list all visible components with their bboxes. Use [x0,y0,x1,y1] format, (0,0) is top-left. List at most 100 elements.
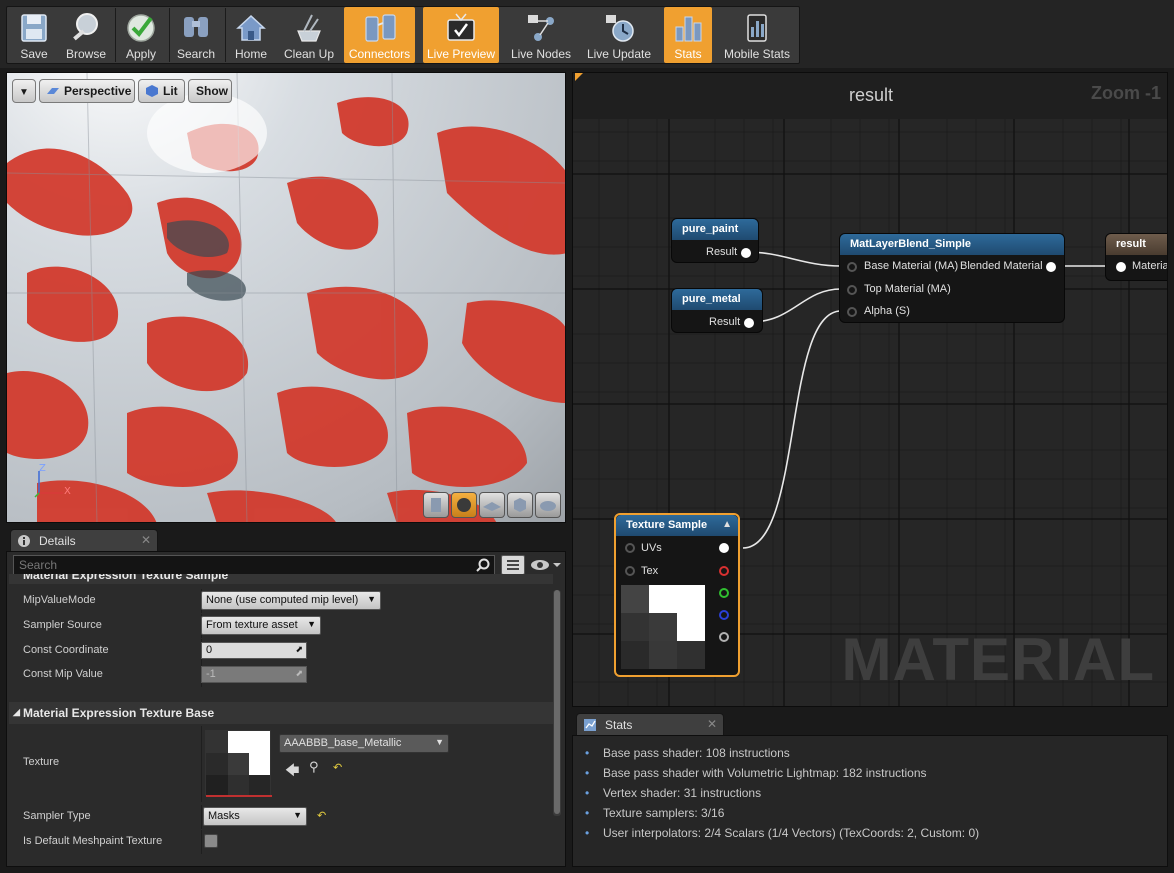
blend-alpha-pin[interactable] [847,307,857,317]
node-result[interactable]: result Material [1105,233,1167,281]
node-texture-sample-title: Texture Sample [626,519,708,531]
search-placeholder: Search [19,558,58,572]
lit-button[interactable]: Lit [138,79,185,103]
material-preview-viewport[interactable]: Z X ▼ Perspective Lit Show [6,72,566,523]
mobile-stats-button[interactable]: Mobile Stats [720,7,794,63]
node-pure-paint[interactable]: pure_paint Result [671,218,759,263]
sampler-source-value: From texture asset [206,619,298,631]
material-graph-canvas[interactable]: result Zoom -1 MATERIAL pure_paint Resul… [572,72,1168,707]
sphere-icon [457,498,471,512]
perspective-button[interactable]: Perspective [39,79,135,103]
live-preview-button[interactable]: Live Preview [423,7,499,63]
preview-mesh-button[interactable] [535,492,561,518]
collapse-icon[interactable]: ▲ [722,519,732,530]
chevron-down-icon: ▼ [293,810,302,820]
reset-to-default-icon[interactable]: ↶ [333,761,342,774]
const-mip-value-field: -1 ⬈ [201,666,307,683]
const-coordinate-field[interactable]: 0 ⬈ [201,642,307,659]
visibility-options-button[interactable] [529,556,563,574]
texture-sample-r-pin[interactable] [719,566,729,576]
viewport-options-button[interactable]: ▼ [12,79,36,103]
live-nodes-button[interactable]: Live Nodes [507,7,575,63]
save-icon [21,14,47,42]
axis-x-label: X [64,486,71,497]
connectors-icon [364,14,396,42]
property-row-const-mip-value: Const Mip Value -1 ⬈ [9,663,553,687]
const-mip-value-label: Const Mip Value [23,668,103,680]
search-button[interactable]: Search [172,7,220,63]
column-divider [201,830,202,854]
texture-sample-uvs-pin[interactable] [625,543,635,553]
blend-base-material-pin[interactable] [847,262,857,272]
section-header-texture-base[interactable]: ◢ Material Expression Texture Base [9,702,553,724]
tab-stats[interactable]: Stats ✕ [576,713,724,735]
result-material-pin[interactable] [1116,262,1126,272]
save-button[interactable]: Save [10,7,58,63]
property-row-mip-value-mode: MipValueMode None (use computed mip leve… [9,589,553,613]
preview-cube-button[interactable] [507,492,533,518]
sampler-source-dropdown[interactable]: From texture asset ▼ [201,616,321,635]
pure-metal-result-pin[interactable] [744,318,754,328]
is-default-meshpaint-checkbox[interactable] [204,834,218,848]
sampler-type-label: Sampler Type [23,810,91,822]
chevron-down-icon: ▼ [435,737,444,747]
toolbar-separator [169,8,170,62]
column-divider [201,726,202,802]
browse-button[interactable]: Browse [62,7,110,63]
pure-metal-result-label: Result [709,316,741,328]
section-texture-base-label: Material Expression Texture Base [23,706,215,720]
close-icon[interactable]: ✕ [141,533,151,547]
node-pure-metal[interactable]: pure_metal Result [671,288,763,333]
texture-sample-tex-label: Tex [641,565,659,577]
stats-button[interactable]: Stats [664,7,712,63]
use-selected-asset-icon[interactable]: 🡄 [285,760,299,784]
details-scrollbar-track [553,590,561,816]
texture-sample-b-pin[interactable] [719,610,729,620]
blend-top-material-pin[interactable] [847,285,857,295]
texture-sample-preview-image [621,585,705,669]
live-update-button[interactable]: Live Update [583,7,655,63]
chevron-down-icon: ▼ [19,87,29,98]
teapot-icon [540,501,556,511]
view-options-button[interactable] [501,555,525,575]
sampler-type-dropdown[interactable]: Masks ▼ [203,807,307,826]
mip-value-mode-value: None (use computed mip level) [206,594,359,606]
sampler-source-label: Sampler Source [23,619,102,631]
home-button[interactable]: Home [228,7,274,63]
preview-plane-button[interactable] [479,492,505,518]
node-blend-title: MatLayerBlend_Simple [850,238,972,250]
texture-sample-rgb-pin[interactable] [719,543,729,553]
details-search-input[interactable]: Search [13,555,495,575]
toolbar-separator [115,8,116,62]
tab-details[interactable]: Details ✕ [10,529,158,551]
preview-sphere-button[interactable] [451,492,477,518]
blend-blended-material-pin[interactable] [1046,262,1056,272]
texture-asset-dropdown[interactable]: AAABBB_base_Metallic ▼ [279,734,449,753]
mobile-stats-icon [747,14,767,42]
stat-base-pass: Base pass shader: 108 instructions [585,746,790,760]
details-scrollbar-thumb[interactable] [554,590,560,814]
mip-value-mode-dropdown[interactable]: None (use computed mip level) ▼ [201,591,381,610]
node-texture-sample[interactable]: Texture Sample ▲ UVs Tex [614,513,740,677]
browse-asset-icon[interactable]: ⚲ [309,760,319,775]
texture-sample-tex-pin[interactable] [625,566,635,576]
texture-sample-g-pin[interactable] [719,588,729,598]
clean-up-button[interactable]: Clean Up [280,7,338,63]
texture-label: Texture [23,756,60,768]
section-header-texture-sample[interactable]: Material Expression Texture Sample [9,574,553,584]
connectors-button[interactable]: Connectors [344,7,415,63]
node-mat-layer-blend-simple[interactable]: MatLayerBlend_Simple Base Material (MA) … [839,233,1065,323]
blend-base-material-label: Base Material (MA) [864,260,959,272]
reset-to-default-icon[interactable]: ↶ [317,809,326,822]
pure-paint-result-pin[interactable] [741,248,751,258]
show-button[interactable]: Show [188,79,232,103]
cylinder-icon [431,498,441,512]
texture-sample-a-pin[interactable] [719,632,729,642]
resize-arrow-icon: ⬈ [295,644,303,654]
preview-cylinder-button[interactable] [423,492,449,518]
apply-button[interactable]: Apply [118,7,164,63]
blend-top-material-label: Top Material (MA) [864,283,951,295]
property-row-is-default-meshpaint: Is Default Meshpaint Texture [9,830,553,854]
close-icon[interactable]: ✕ [707,717,717,731]
texture-thumbnail[interactable] [205,730,272,797]
